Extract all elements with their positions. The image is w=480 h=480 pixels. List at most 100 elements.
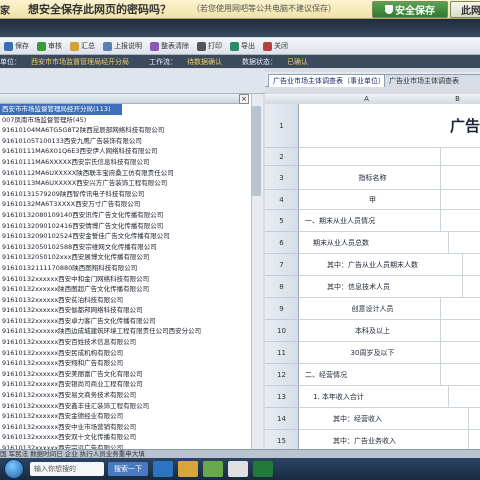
sheet-title[interactable]: 广告 bbox=[299, 104, 480, 148]
tab-market-entity[interactable]: 广告业市场主体调查表 bbox=[384, 74, 480, 87]
row-number[interactable]: 2 bbox=[265, 148, 299, 166]
tree-item[interactable]: 91610132xxxxxx陕西图超广告文化传播有限公司 bbox=[0, 284, 250, 295]
tree-item[interactable]: 91610132050102588西安宗维网文化传播有限公司 bbox=[0, 242, 250, 253]
taskbar-search-button[interactable]: 搜索一下 bbox=[108, 462, 148, 476]
toolbar-report-button[interactable]: 上报说明 bbox=[99, 41, 146, 51]
tree-item[interactable]: 91610132xxxxxx西安翔和广告有限公司 bbox=[0, 358, 250, 369]
row-number[interactable]: 7 bbox=[265, 254, 299, 276]
value-cell[interactable] bbox=[435, 190, 480, 210]
indicator-cell[interactable]: 30周岁及以下 bbox=[299, 342, 441, 364]
row-number[interactable]: 6 bbox=[265, 232, 299, 254]
toolbar-clear-label: 整表清除 bbox=[161, 42, 189, 50]
toolbar-sum-button[interactable]: 汇总 bbox=[66, 41, 99, 51]
value-cell[interactable] bbox=[435, 210, 480, 232]
indicator-cell[interactable]: 一、期末从业人员情况 bbox=[299, 210, 441, 232]
indicator-cell[interactable]: 期末从业人员总数 bbox=[299, 232, 449, 254]
toolbar-save-button[interactable]: 保存 bbox=[0, 41, 33, 51]
value-cell[interactable] bbox=[435, 386, 480, 408]
tree-item[interactable]: 91610105T100133西安九鹰广告装饰有限公司 bbox=[0, 136, 250, 147]
value-cell[interactable] bbox=[435, 320, 480, 342]
tree-item[interactable]: 91610111MA6XXXXX西安宗氏信息科技有限公司 bbox=[0, 157, 250, 168]
password-save-bar: 家 想安全保存此网页的密码吗？ （若您使用网吧等公共电脑不建议保存） 安全保存 … bbox=[0, 0, 480, 19]
tree-item[interactable]: 91610132090102416西安情博广告文化传播有限公司 bbox=[0, 221, 250, 232]
tree-item[interactable]: 91610132xxxxxx西安银尚司商业工程有限公司 bbox=[0, 379, 250, 390]
tree-item[interactable]: 91610132xxxxxx西安卓力客广告文化传播有限公司 bbox=[0, 316, 250, 327]
row-number[interactable]: 12 bbox=[265, 364, 299, 386]
row-number[interactable]: 14 bbox=[265, 408, 299, 430]
row-number[interactable]: 15 bbox=[265, 430, 299, 449]
toolbar-close-button[interactable]: 关闭 bbox=[259, 41, 292, 51]
tree-item[interactable]: 91610132xxxxxx陕西边成城建筑环境工程有限责任公司西安分公司 bbox=[0, 326, 250, 337]
tree-item[interactable]: 91610132xxxxxx西安鑫丰佳汇装饰工程有限公司 bbox=[0, 401, 250, 412]
tree-item[interactable]: 91610132xxxxxx西安百姓技术信息有限公司 bbox=[0, 337, 250, 348]
safe-save-button[interactable]: 安全保存 bbox=[372, 1, 448, 18]
tree-close-icon[interactable]: × bbox=[239, 94, 249, 104]
tree-item[interactable]: 91610132111170880陕西图翔科技有限公司 bbox=[0, 263, 250, 274]
tab-public-institution-label: 广告业市场主体调查表（事业单位） bbox=[273, 77, 385, 85]
row-number[interactable]: 13 bbox=[265, 386, 299, 408]
value-cell[interactable] bbox=[435, 254, 480, 276]
no-save-button[interactable]: 此网 bbox=[450, 1, 480, 18]
tree-item[interactable]: 91610112MA6UXXXXX陕西联丰宝府桑工仿有限责任公司 bbox=[0, 168, 250, 179]
value-cell[interactable] bbox=[435, 148, 480, 166]
row-number[interactable]: 5 bbox=[265, 210, 299, 232]
tab-public-institution[interactable]: 广告业市场主体调查表（事业单位） bbox=[268, 74, 390, 87]
column-header-b[interactable]: B bbox=[435, 94, 480, 104]
toolbar-check-button[interactable]: 审核 bbox=[33, 41, 66, 51]
indicator-cell[interactable] bbox=[299, 148, 441, 166]
value-cell[interactable] bbox=[435, 408, 480, 430]
indicator-cell[interactable]: 甲 bbox=[299, 190, 441, 210]
value-cell[interactable] bbox=[435, 232, 480, 254]
toolbar-clear-button[interactable]: 整表清除 bbox=[146, 41, 193, 51]
toolbar-print-button[interactable]: 打印 bbox=[193, 41, 226, 51]
row-number[interactable]: 11 bbox=[265, 342, 299, 364]
value-cell[interactable] bbox=[435, 364, 480, 386]
value-cell[interactable] bbox=[435, 166, 480, 190]
folder-icon[interactable] bbox=[178, 461, 198, 477]
browser-icon[interactable] bbox=[228, 461, 248, 477]
tree-item[interactable]: 91610111MA6X01Q6E3西安伊人网络科技有限公司 bbox=[0, 146, 250, 157]
media-icon[interactable] bbox=[203, 461, 223, 477]
row-number[interactable]: 3 bbox=[265, 166, 299, 190]
indicator-cell[interactable]: 1. 本年收入合计 bbox=[299, 386, 449, 408]
tree-item[interactable]: 91610132090102524西安金誓佳广告文化传播有限公司 bbox=[0, 231, 250, 242]
row-number[interactable]: 1 bbox=[265, 104, 299, 148]
tree-item[interactable]: 91610113MA6UXXXXX西安兴方广告装饰工程有限公司 bbox=[0, 178, 250, 189]
row-number[interactable]: 8 bbox=[265, 276, 299, 298]
tree-item[interactable]: 91610132xxxxxx西安贫泊科技有限公司 bbox=[0, 295, 250, 306]
tree-item[interactable]: 91610132MA6T3XXXX西安万寸广告有限公司 bbox=[0, 199, 250, 210]
tree-item[interactable]: 91610104MA6TG5G8T2陕西昆辰部网络科技有限公司 bbox=[0, 125, 250, 136]
tree-item[interactable]: 91610132xxxxxx西安民成机构有限公司 bbox=[0, 348, 250, 359]
start-button-icon[interactable] bbox=[4, 459, 24, 479]
indicator-cell[interactable]: 本科及以上 bbox=[299, 320, 441, 342]
tree-item[interactable]: 91610132xxxxxx西安金德经业有限公司 bbox=[0, 411, 250, 422]
indicator-cell[interactable]: 创意设计人员 bbox=[299, 298, 441, 320]
column-header-a[interactable]: A bbox=[299, 94, 434, 104]
taskbar-search-input[interactable]: 输入你想搜的 bbox=[30, 462, 104, 476]
tree-item[interactable]: 91610132xxxxxx西安伽都邦网络科技有限公司 bbox=[0, 305, 250, 316]
tree-root-item[interactable]: 西安市市场监督管理局经开分局(113) bbox=[0, 104, 122, 115]
tree-item[interactable]: 91610132xxxxxx西安中业市场营销有限公司 bbox=[0, 422, 250, 433]
value-cell[interactable] bbox=[435, 430, 480, 449]
excel-icon[interactable] bbox=[253, 461, 273, 477]
value-cell[interactable] bbox=[435, 298, 480, 320]
ie-icon[interactable] bbox=[153, 461, 173, 477]
row-number[interactable]: 9 bbox=[265, 298, 299, 320]
row-number[interactable]: 4 bbox=[265, 190, 299, 210]
tree-item[interactable]: 91610132xxxxxx西安双十文化传播有限公司 bbox=[0, 432, 250, 443]
tree-item[interactable]: 91610132xxxxxx西安中和金门网络科技有限公司 bbox=[0, 274, 250, 285]
tree-scroll-thumb[interactable] bbox=[252, 106, 261, 196]
tree-item[interactable]: 91610132050102xxx西安展博文化传播有限公司 bbox=[0, 252, 250, 263]
tree-item[interactable]: 91610132080109140西安讯传广告文化传播有限公司 bbox=[0, 210, 250, 221]
tree-item[interactable]: 91610132xxxxxx西安美丽富广告文化有限公司 bbox=[0, 369, 250, 380]
tree-item[interactable]: 91610132xxxxxx西安易文商务技术有限公司 bbox=[0, 390, 250, 401]
indicator-cell[interactable]: 二、经营情况 bbox=[299, 364, 441, 386]
value-cell[interactable] bbox=[435, 342, 480, 364]
indicator-cell[interactable]: 指标名称 bbox=[299, 166, 441, 190]
row-number[interactable]: 10 bbox=[265, 320, 299, 342]
footer-text: 国 军民法 数据时间已 企业 执行人员业务重申大填 bbox=[0, 450, 145, 458]
value-cell[interactable] bbox=[435, 276, 480, 298]
tree-item[interactable]: 91610131579209陕西智传讯电子科技有限公司 bbox=[0, 189, 250, 200]
tree-item[interactable]: 007凤南市场监督管理所(45) bbox=[0, 115, 250, 126]
toolbar-export-button[interactable]: 导出 bbox=[226, 41, 259, 51]
